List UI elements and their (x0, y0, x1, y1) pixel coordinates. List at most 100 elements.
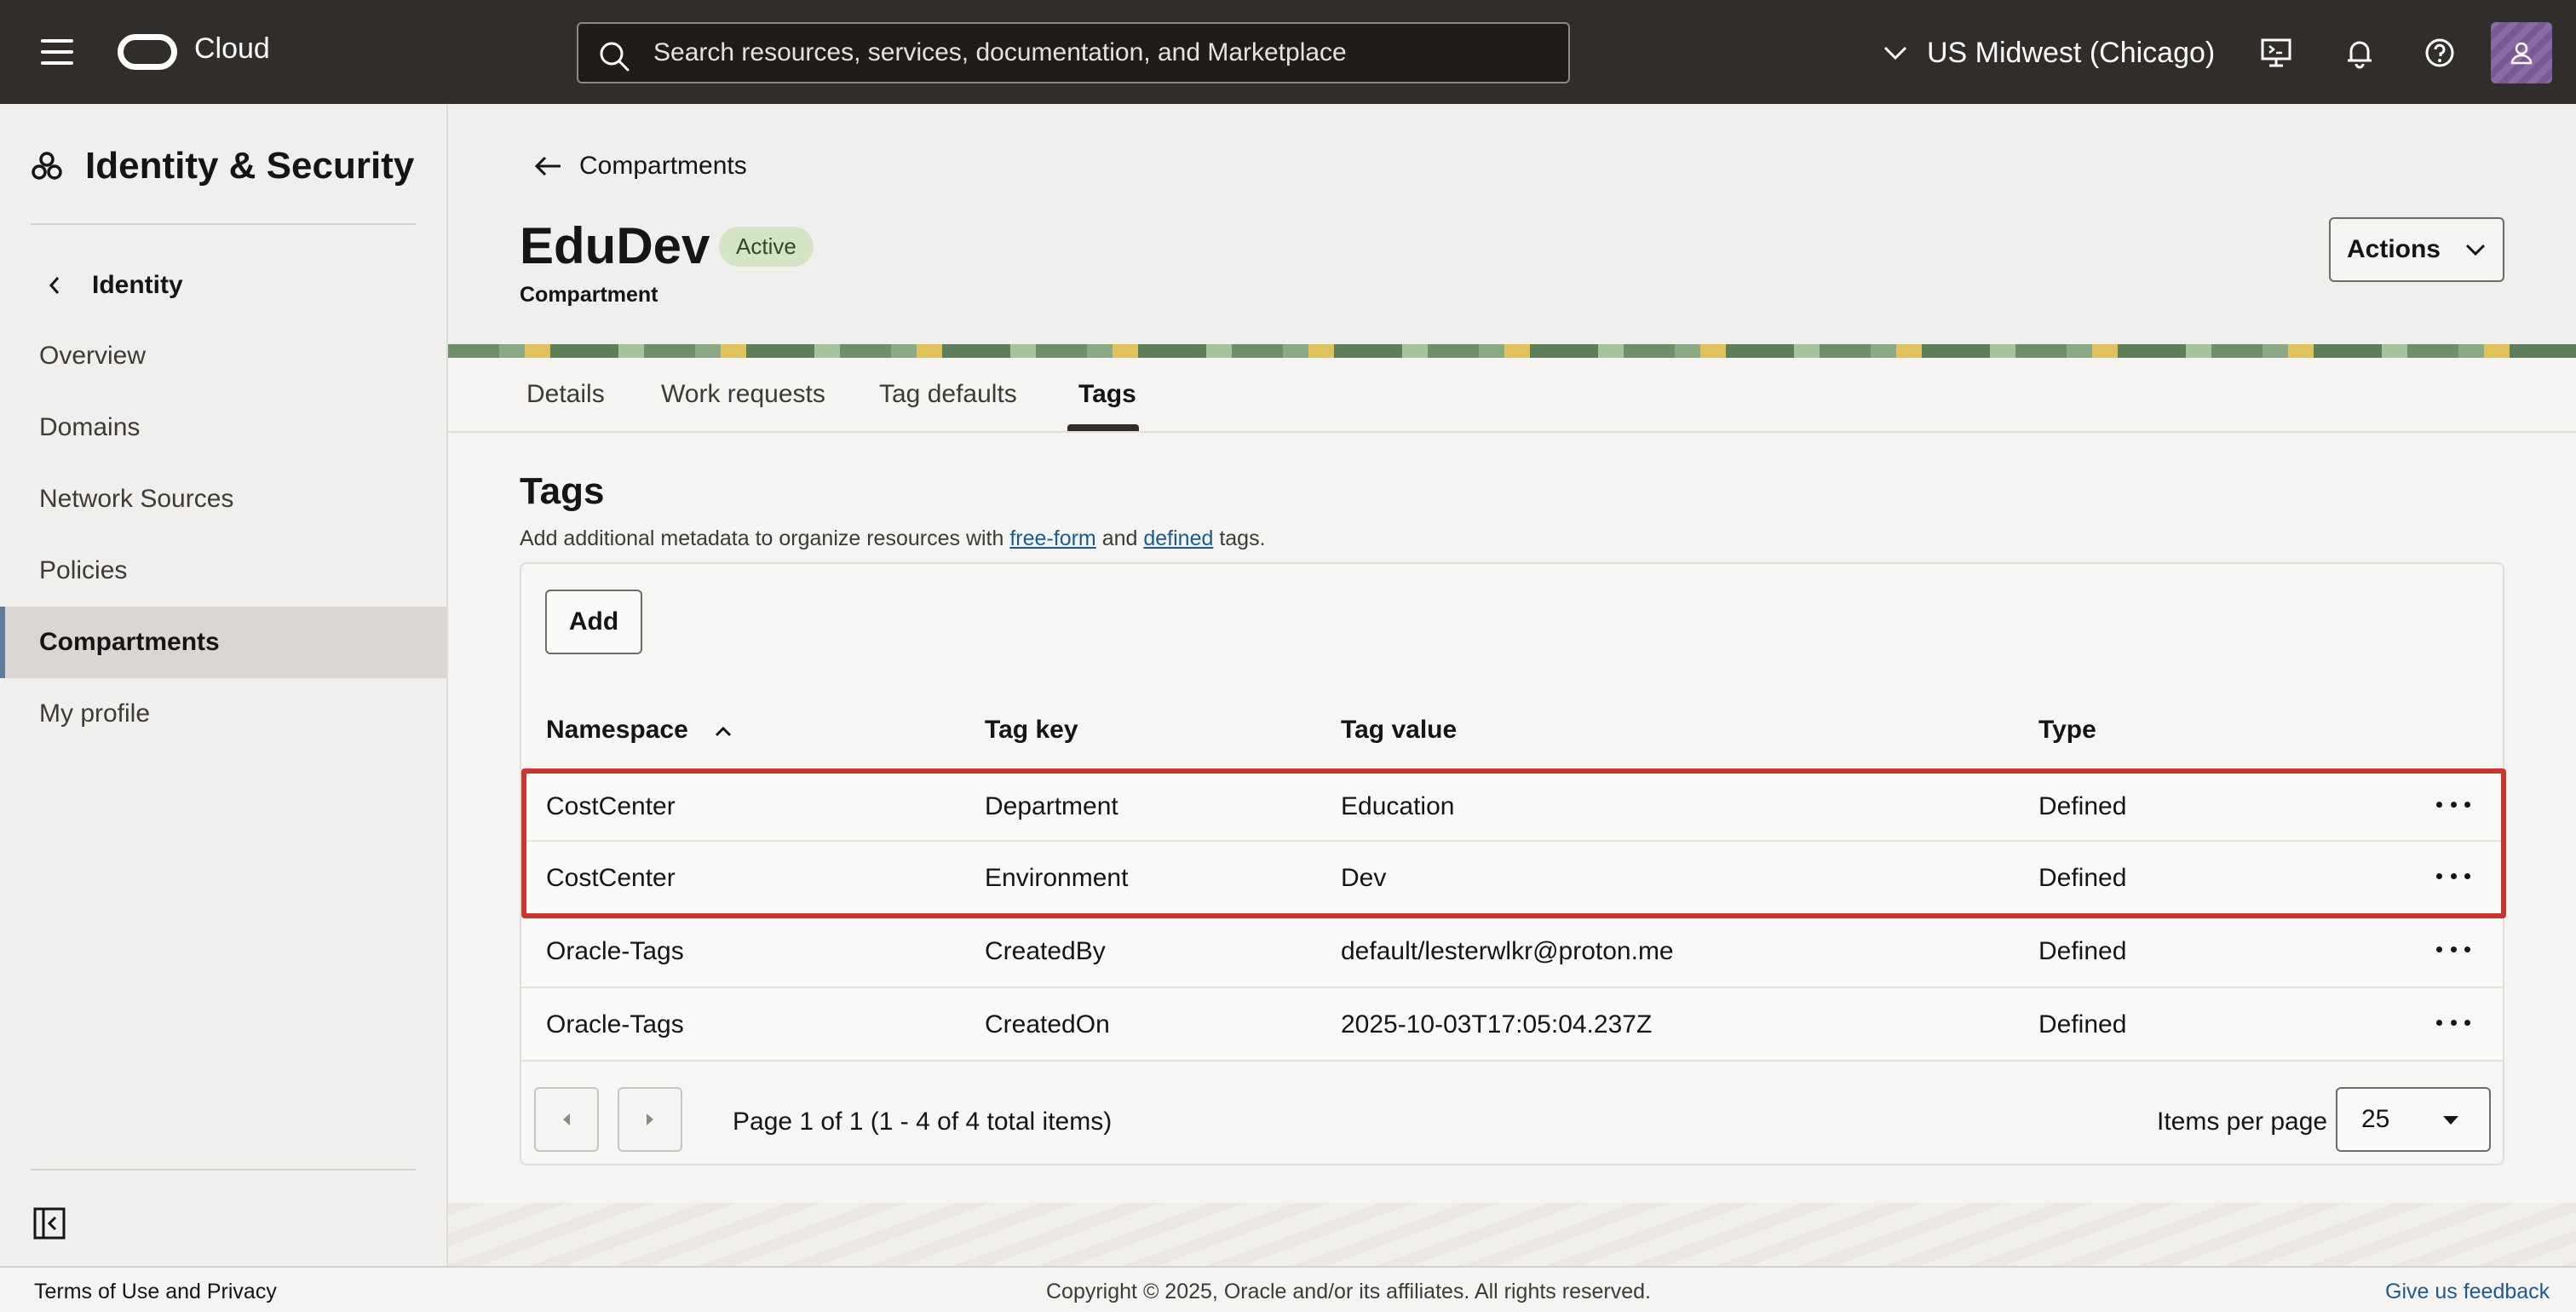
page-subtitle: Compartment (520, 283, 658, 307)
tab-tags[interactable]: Tags (1078, 380, 1136, 409)
sidebar-item-network-sources[interactable]: Network Sources (0, 463, 446, 535)
sidebar-title: Identity & Security (85, 145, 415, 187)
more-options-icon[interactable] (2436, 867, 2470, 884)
sidebar: Identity & Security Identity Overview Do… (0, 104, 448, 1266)
divider (31, 223, 416, 225)
free-form-link[interactable]: free-form (1009, 527, 1095, 550)
next-page-button[interactable] (618, 1087, 682, 1152)
pagination-status: Page 1 of 1 (1 - 4 of 4 total items) (733, 1108, 1113, 1136)
sidebar-back-identity[interactable]: Identity (48, 271, 183, 300)
cell-type: Defined (2038, 937, 2127, 965)
decorative-background (448, 1203, 2576, 1266)
cell-tag-key: Department (985, 792, 1118, 820)
desc-text: Add additional metadata to organize reso… (520, 527, 1010, 550)
status-badge: Active (719, 227, 814, 267)
more-options-icon[interactable] (2436, 1014, 2470, 1031)
help-icon[interactable] (2421, 34, 2458, 72)
page-header: Compartments EduDev Active Compartment A… (448, 104, 2576, 344)
actions-label: Actions (2346, 235, 2441, 263)
desc-text: tags. (1213, 527, 1266, 550)
breadcrumb-back-compartments[interactable]: Compartments (533, 152, 747, 181)
arrow-left-icon (534, 156, 561, 176)
cell-tag-value: Dev (1341, 864, 1387, 892)
chevron-left-icon (49, 277, 60, 294)
more-options-icon[interactable] (2436, 941, 2470, 958)
cell-tag-value: default/lesterwlkr@proton.me (1341, 937, 1674, 965)
sidebar-header: Identity & Security (31, 145, 414, 187)
actions-button[interactable]: Actions (2329, 217, 2504, 282)
cell-type: Defined (2038, 1010, 2127, 1039)
column-header-tag-value[interactable]: Tag value (1341, 716, 1457, 745)
defined-link[interactable]: defined (1143, 527, 1213, 550)
brand-name[interactable]: Cloud (194, 32, 270, 66)
table-row: Oracle-Tags CreatedOn 2025-10-03T17:05:0… (521, 988, 2503, 1062)
items-per-page-select[interactable]: 25 (2336, 1087, 2491, 1152)
sidebar-item-compartments[interactable]: Compartments (0, 607, 446, 678)
sort-ascending-icon (716, 726, 732, 737)
tab-details[interactable]: Details (526, 380, 605, 409)
previous-page-button[interactable] (534, 1087, 599, 1152)
section-title: Tags (520, 470, 605, 512)
cell-type: Defined (2038, 864, 2127, 892)
cell-tag-key: Environment (985, 864, 1129, 892)
divider (31, 1169, 416, 1171)
cell-tag-value: Education (1341, 792, 1455, 820)
search-input[interactable] (653, 24, 1556, 82)
user-icon (2510, 42, 2533, 65)
caret-right-icon (647, 1113, 653, 1125)
column-header-tag-key[interactable]: Tag key (985, 716, 1078, 745)
copyright-text: Copyright © 2025, Oracle and/or its affi… (1046, 1280, 1651, 1303)
cell-namespace: CostCenter (546, 792, 676, 820)
cell-namespace: Oracle-Tags (546, 1010, 684, 1039)
add-tag-button[interactable]: Add (545, 590, 642, 654)
table-row: CostCenter Environment Dev Defined (521, 842, 2503, 915)
more-options-icon[interactable] (2436, 796, 2470, 813)
table-row: Oracle-Tags CreatedBy default/lesterwlkr… (521, 915, 2503, 988)
region-selector[interactable]: US Midwest (Chicago) (1883, 32, 2215, 73)
feedback-link[interactable]: Give us feedback (2385, 1280, 2550, 1304)
search-box[interactable] (577, 22, 1570, 83)
top-bar: Cloud US Midwest (Chicago) (0, 0, 2576, 104)
caret-left-icon (563, 1113, 570, 1125)
table-row: CostCenter Department Education Defined (521, 768, 2503, 842)
sidebar-item-label: My profile (39, 699, 151, 728)
menu-icon[interactable] (41, 39, 73, 65)
breadcrumb-label: Compartments (579, 152, 747, 180)
cell-tag-key: CreatedBy (985, 937, 1106, 965)
region-label: US Midwest (Chicago) (1927, 36, 2216, 69)
column-header-label: Namespace (546, 716, 688, 744)
section-description: Add additional metadata to organize reso… (520, 527, 1266, 551)
sidebar-item-overview[interactable]: Overview (0, 320, 446, 392)
terms-link[interactable]: Terms of Use and Privacy (34, 1280, 277, 1304)
cell-tag-key: CreatedOn (985, 1010, 1110, 1039)
column-header-type[interactable]: Type (2038, 716, 2096, 745)
items-per-page-value: 25 (2361, 1105, 2390, 1133)
chevron-down-icon (1883, 46, 1907, 60)
tab-bar: Details Work requests Tag defaults Tags (448, 358, 2576, 433)
sidebar-item-my-profile[interactable]: My profile (0, 678, 446, 750)
sidebar-back-label: Identity (92, 271, 183, 299)
sidebar-item-label: Domains (39, 413, 141, 441)
cell-namespace: CostCenter (546, 864, 676, 892)
user-avatar[interactable] (2491, 22, 2552, 83)
decorative-banner (448, 344, 2576, 358)
sidebar-item-label: Policies (39, 556, 128, 584)
cell-namespace: Oracle-Tags (546, 937, 684, 965)
sidebar-item-domains[interactable]: Domains (0, 392, 446, 463)
cloud-shell-icon[interactable] (2257, 34, 2295, 72)
chevron-down-icon (2465, 244, 2486, 256)
identity-security-icon (32, 152, 62, 180)
page-title: EduDev (520, 217, 710, 274)
tab-work-requests[interactable]: Work requests (661, 380, 825, 409)
cell-tag-value: 2025-10-03T17:05:04.237Z (1341, 1010, 1653, 1039)
collapse-sidebar-icon[interactable] (32, 1206, 66, 1245)
sidebar-item-label: Compartments (39, 628, 220, 656)
column-header-namespace[interactable]: Namespace (546, 716, 733, 745)
items-per-page-label: Items per page (2157, 1108, 2328, 1136)
sidebar-item-policies[interactable]: Policies (0, 535, 446, 607)
tab-tag-defaults[interactable]: Tag defaults (879, 380, 1017, 409)
notifications-bell-icon[interactable] (2341, 34, 2378, 72)
sidebar-item-label: Overview (39, 342, 147, 370)
oracle-logo-icon[interactable] (118, 34, 177, 70)
search-icon (600, 42, 630, 72)
